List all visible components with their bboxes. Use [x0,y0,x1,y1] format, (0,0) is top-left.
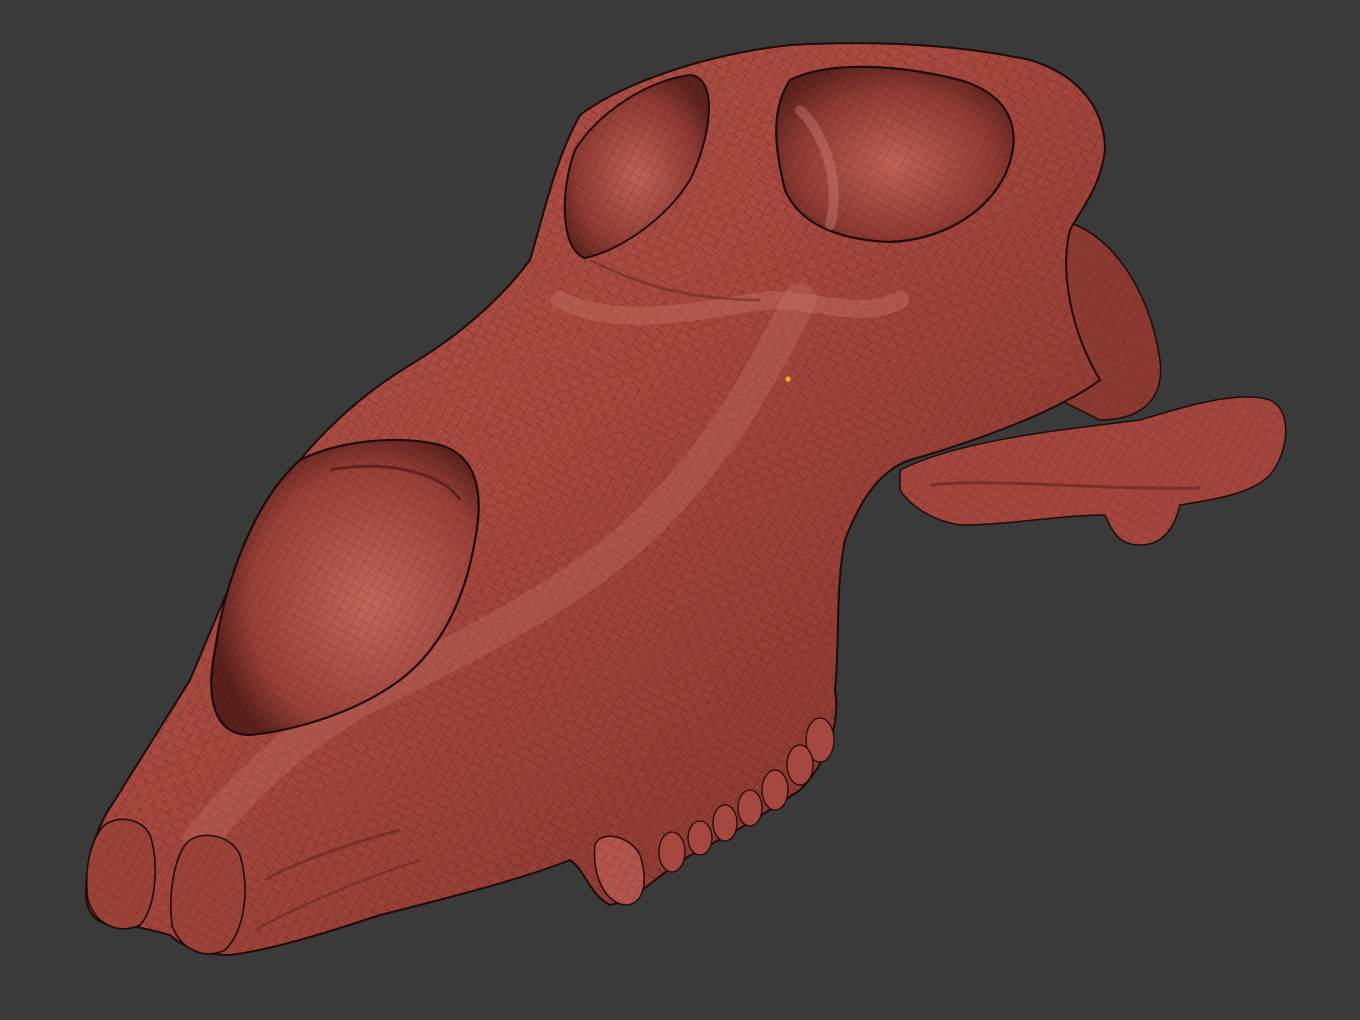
skull-mesh-render[interactable] [0,0,1360,1020]
vertex-marker[interactable] [785,376,791,382]
3d-viewport[interactable] [0,0,1360,1020]
